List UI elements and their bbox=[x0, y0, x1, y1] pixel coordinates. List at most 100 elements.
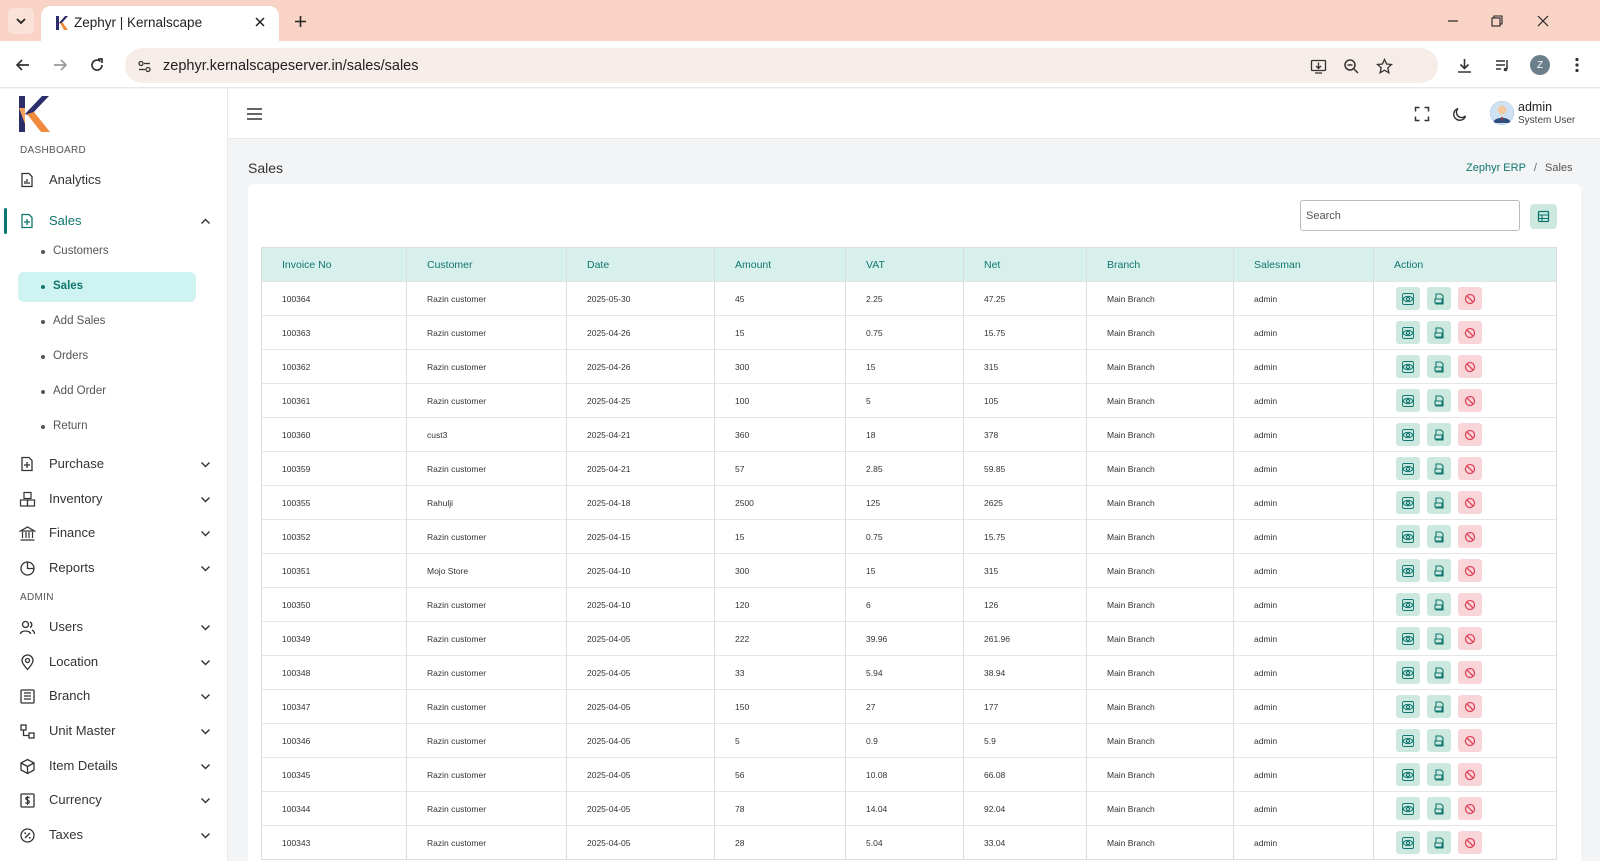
print-button[interactable] bbox=[1427, 355, 1451, 378]
print-button[interactable] bbox=[1427, 287, 1451, 310]
back-arrow-icon[interactable] bbox=[10, 52, 36, 78]
print-button[interactable] bbox=[1427, 797, 1451, 820]
sidebar-item-item-details[interactable]: Item Details bbox=[0, 751, 227, 781]
cancel-button[interactable] bbox=[1458, 763, 1482, 786]
cancel-button[interactable] bbox=[1458, 593, 1482, 616]
sidebar-item-branch[interactable]: Branch bbox=[0, 681, 227, 711]
view-button[interactable] bbox=[1396, 355, 1420, 378]
print-button[interactable] bbox=[1427, 763, 1451, 786]
sidebar-item-location[interactable]: Location bbox=[0, 647, 227, 677]
print-button[interactable] bbox=[1427, 423, 1451, 446]
sidebar-item-currency[interactable]: Currency bbox=[0, 785, 227, 815]
reload-icon[interactable] bbox=[84, 52, 110, 78]
tab-search-button[interactable] bbox=[8, 8, 34, 34]
view-button[interactable] bbox=[1396, 559, 1420, 582]
sidebar-subitem-customers[interactable]: Customers bbox=[18, 237, 196, 267]
print-button[interactable] bbox=[1427, 491, 1451, 514]
sidebar-subitem-sales[interactable]: Sales bbox=[18, 272, 196, 302]
new-tab-icon[interactable] bbox=[289, 10, 311, 32]
address-bar[interactable]: zephyr.kernalscapeserver.in/sales/sales bbox=[125, 48, 1438, 83]
sidebar-subitem-add-order[interactable]: Add Order bbox=[18, 377, 196, 407]
sidebar-subitem-return[interactable]: Return bbox=[18, 412, 196, 442]
column-header-salesman[interactable]: Salesman bbox=[1233, 247, 1374, 282]
sidebar-item-taxes[interactable]: Taxes bbox=[0, 820, 227, 850]
moon-icon[interactable] bbox=[1450, 104, 1470, 124]
view-button[interactable] bbox=[1396, 321, 1420, 344]
column-header-customer[interactable]: Customer bbox=[406, 247, 567, 282]
cancel-button[interactable] bbox=[1458, 287, 1482, 310]
breadcrumb-root-link[interactable]: Zephyr ERP bbox=[1466, 162, 1526, 174]
fullscreen-icon[interactable] bbox=[1412, 104, 1432, 124]
view-button[interactable] bbox=[1396, 287, 1420, 310]
view-button[interactable] bbox=[1396, 627, 1420, 650]
cancel-button[interactable] bbox=[1458, 661, 1482, 684]
hamburger-menu-icon[interactable] bbox=[244, 104, 264, 124]
print-button[interactable] bbox=[1427, 729, 1451, 752]
view-button[interactable] bbox=[1396, 389, 1420, 412]
print-button[interactable] bbox=[1427, 525, 1451, 548]
sidebar-item-finance[interactable]: Finance bbox=[0, 518, 227, 548]
user-avatar[interactable] bbox=[1490, 101, 1514, 125]
print-button[interactable] bbox=[1427, 559, 1451, 582]
install-app-icon[interactable] bbox=[1307, 55, 1329, 77]
view-button[interactable] bbox=[1396, 763, 1420, 786]
column-header-date[interactable]: Date bbox=[566, 247, 715, 282]
bookmark-star-icon[interactable] bbox=[1373, 55, 1395, 77]
cancel-button[interactable] bbox=[1458, 797, 1482, 820]
media-control-icon[interactable] bbox=[1490, 53, 1514, 77]
view-button[interactable] bbox=[1396, 831, 1420, 854]
view-button[interactable] bbox=[1396, 593, 1420, 616]
forward-arrow-icon[interactable] bbox=[47, 52, 73, 78]
sidebar-item-reports[interactable]: Reports bbox=[0, 553, 227, 583]
view-button[interactable] bbox=[1396, 423, 1420, 446]
cancel-button[interactable] bbox=[1458, 729, 1482, 752]
close-window-icon[interactable] bbox=[1530, 8, 1556, 34]
sidebar-subitem-add-sales[interactable]: Add Sales bbox=[18, 307, 196, 337]
export-excel-button[interactable] bbox=[1530, 204, 1557, 229]
downloads-icon[interactable] bbox=[1452, 53, 1476, 77]
column-header-vat[interactable]: VAT bbox=[845, 247, 964, 282]
view-button[interactable] bbox=[1396, 797, 1420, 820]
view-button[interactable] bbox=[1396, 525, 1420, 548]
column-header-invoice-no[interactable]: Invoice No bbox=[261, 247, 407, 282]
view-button[interactable] bbox=[1396, 661, 1420, 684]
cancel-button[interactable] bbox=[1458, 627, 1482, 650]
cancel-button[interactable] bbox=[1458, 491, 1482, 514]
view-button[interactable] bbox=[1396, 457, 1420, 480]
column-header-net[interactable]: Net bbox=[963, 247, 1087, 282]
view-button[interactable] bbox=[1396, 729, 1420, 752]
cancel-button[interactable] bbox=[1458, 559, 1482, 582]
column-header-branch[interactable]: Branch bbox=[1086, 247, 1234, 282]
sidebar-subitem-orders[interactable]: Orders bbox=[18, 342, 196, 372]
print-button[interactable] bbox=[1427, 831, 1451, 854]
kernalscape-logo[interactable] bbox=[16, 94, 52, 134]
print-button[interactable] bbox=[1427, 321, 1451, 344]
close-tab-icon[interactable] bbox=[251, 13, 269, 31]
search-input[interactable] bbox=[1300, 200, 1520, 231]
print-button[interactable] bbox=[1427, 457, 1451, 480]
cancel-button[interactable] bbox=[1458, 525, 1482, 548]
profile-avatar[interactable]: Z bbox=[1530, 55, 1550, 75]
sidebar-item-inventory[interactable]: Inventory bbox=[0, 484, 227, 514]
print-button[interactable] bbox=[1427, 695, 1451, 718]
site-settings-icon[interactable] bbox=[133, 55, 155, 77]
print-button[interactable] bbox=[1427, 627, 1451, 650]
restore-icon[interactable] bbox=[1484, 8, 1510, 34]
sidebar-item-purchase[interactable]: Purchase bbox=[0, 449, 227, 479]
view-button[interactable] bbox=[1396, 695, 1420, 718]
sidebar-item-analytics[interactable]: Analytics bbox=[0, 165, 227, 195]
sidebar-item-sales[interactable]: Sales bbox=[0, 206, 227, 236]
cancel-button[interactable] bbox=[1458, 695, 1482, 718]
cancel-button[interactable] bbox=[1458, 321, 1482, 344]
zoom-icon[interactable] bbox=[1340, 55, 1362, 77]
minimize-icon[interactable] bbox=[1440, 8, 1466, 34]
column-header-amount[interactable]: Amount bbox=[714, 247, 846, 282]
view-button[interactable] bbox=[1396, 491, 1420, 514]
cancel-button[interactable] bbox=[1458, 355, 1482, 378]
cancel-button[interactable] bbox=[1458, 831, 1482, 854]
sidebar-item-unit-master[interactable]: Unit Master bbox=[0, 716, 227, 746]
sidebar-item-users[interactable]: Users bbox=[0, 612, 227, 642]
cancel-button[interactable] bbox=[1458, 423, 1482, 446]
cancel-button[interactable] bbox=[1458, 389, 1482, 412]
cancel-button[interactable] bbox=[1458, 457, 1482, 480]
